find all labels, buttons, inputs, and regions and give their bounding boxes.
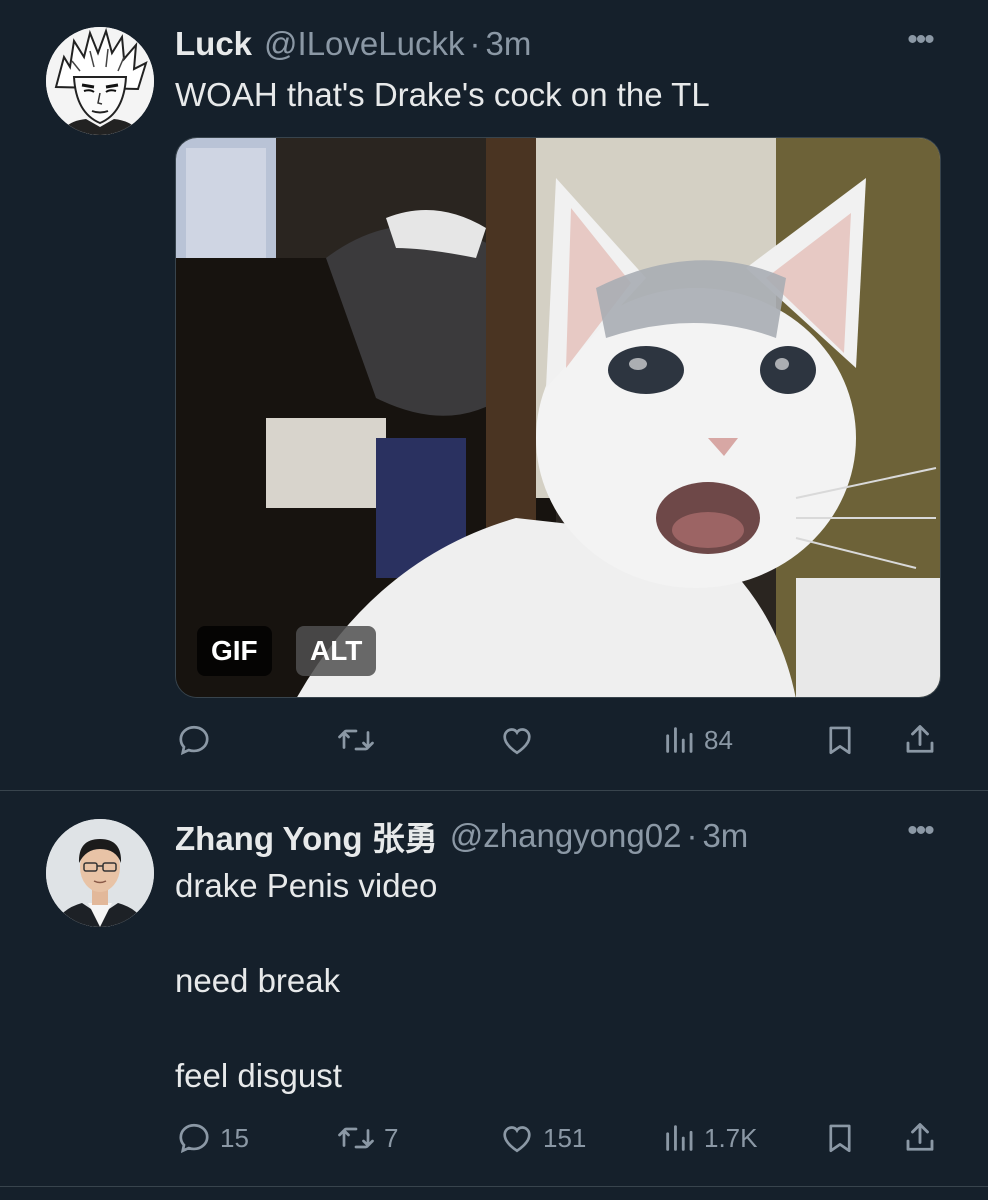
tweet-media[interactable] [175, 137, 941, 698]
handle[interactable]: @ILoveLuckk [264, 25, 464, 63]
tweet-text-line: need break [175, 962, 341, 999]
reply-icon [179, 725, 209, 756]
tweet-divider [0, 1186, 988, 1187]
share-button[interactable] [902, 1113, 938, 1163]
like-button[interactable] [499, 715, 535, 765]
like-icon [503, 1126, 531, 1153]
timestamp[interactable]: 3m [702, 817, 748, 855]
like-button[interactable]: 151 [499, 1113, 586, 1163]
views-count: 1.7K [704, 1122, 758, 1153]
retweet-icon [338, 729, 374, 751]
display-name[interactable]: Zhang Yong 张勇 [175, 812, 438, 860]
like-count: 151 [543, 1122, 587, 1153]
retweet-count: 7 [384, 1122, 399, 1153]
share-icon [906, 725, 934, 753]
more-icon[interactable]: ••• [902, 816, 938, 846]
views-icon [666, 1125, 693, 1151]
separator: · [469, 25, 481, 62]
separator: · [686, 817, 698, 854]
tweet-text: WOAH that's Drake's cock on the TL [175, 76, 710, 113]
gif-badge: GIF [197, 626, 272, 676]
bookmark-icon [829, 726, 851, 755]
handle[interactable]: @zhangyong02 [450, 817, 682, 855]
tweet-header: Luck @ILoveLuckk · 3m [175, 22, 531, 66]
tweet-header: Zhang Yong 张勇 @zhangyong02 · 3m [175, 814, 748, 858]
alt-text-button[interactable]: ALT [296, 626, 377, 676]
gif-image [176, 138, 940, 697]
display-name[interactable]: Luck [175, 25, 252, 63]
more-icon[interactable]: ••• [902, 25, 938, 55]
retweet-button[interactable]: 7 [336, 1113, 398, 1163]
bookmark-button[interactable] [823, 1113, 857, 1163]
views-button[interactable]: 1.7K [662, 1113, 758, 1163]
reply-button[interactable]: 15 [176, 1113, 249, 1163]
avatar[interactable] [46, 819, 154, 927]
reply-count: 15 [220, 1122, 249, 1153]
tweet-actions: 84 [0, 715, 988, 765]
like-icon [503, 728, 531, 755]
reply-button[interactable] [176, 715, 212, 765]
views-icon [666, 727, 693, 753]
retweet-icon [338, 1127, 374, 1149]
views-count: 84 [704, 724, 733, 755]
reply-icon [179, 1123, 209, 1154]
bookmark-button[interactable] [823, 715, 857, 765]
tweet-actions: 15 7 151 1.7K [0, 1113, 988, 1163]
tweet[interactable]: Luck @ILoveLuckk · 3m ••• WOAH that's Dr… [0, 0, 988, 790]
tweet[interactable]: Zhang Yong 张勇 @zhangyong02 · 3m ••• drak… [0, 791, 988, 1186]
share-button[interactable] [902, 715, 938, 765]
views-button[interactable]: 84 [662, 715, 733, 765]
retweet-button[interactable] [336, 715, 376, 765]
tweet-text-line: feel disgust [175, 1057, 342, 1094]
avatar[interactable] [46, 27, 154, 135]
bookmark-icon [829, 1124, 851, 1153]
tweet-text-line: drake Penis video [175, 867, 438, 904]
share-icon [906, 1123, 934, 1151]
timestamp[interactable]: 3m [485, 25, 531, 63]
